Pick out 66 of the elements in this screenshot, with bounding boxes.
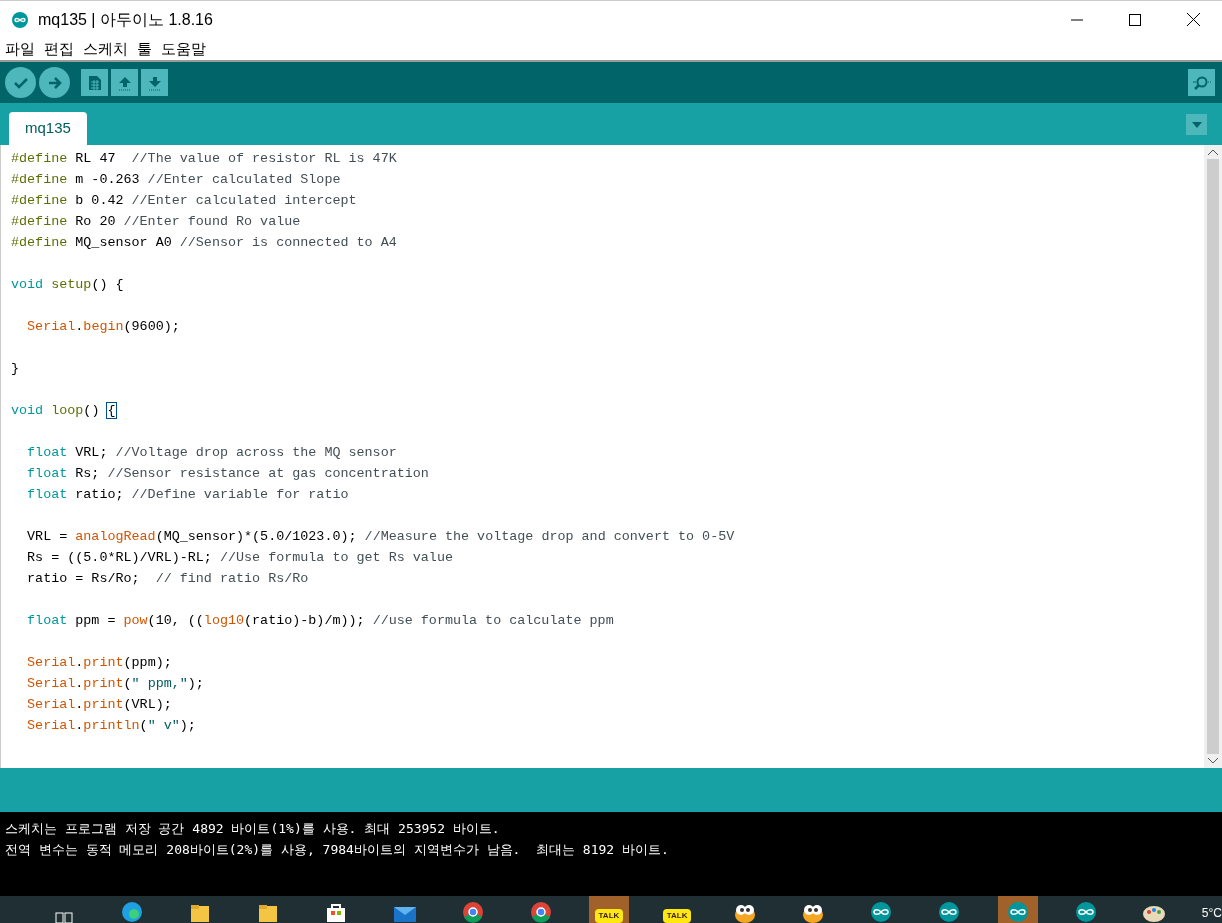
infinity-icon	[1006, 901, 1029, 923]
code-line: #define Ro 20 //Enter found Ro value	[11, 213, 301, 231]
arrow-right-icon	[46, 74, 63, 91]
verify-button[interactable]	[5, 67, 36, 98]
taskbar-button[interactable]: TALK	[657, 896, 698, 923]
upload-button[interactable]	[39, 67, 70, 98]
code-line: Serial.print(" ppm,");	[26, 675, 204, 693]
chat-app-icon: TALK	[594, 909, 624, 923]
code-line: void setup() {	[11, 276, 124, 294]
infinity-icon	[870, 901, 893, 923]
code-line: Serial.begin(9600);	[26, 318, 180, 336]
close-icon	[1186, 13, 1200, 26]
minimize-icon	[1071, 18, 1083, 21]
console-line: 전역 변수는 동적 메모리 208바이트(2%)를 사용, 7984바이트의 지역변수가 남음. 최대는 8192 바이트.	[5, 841, 669, 859]
code-line: #define MQ_sensor A0 //Sensor is connected to A4	[11, 234, 397, 252]
browser-icon	[461, 901, 484, 923]
code-line: void loop() {	[11, 402, 116, 420]
code-line: float ratio; //Define variable for ratio	[26, 486, 349, 504]
code-line: #define RL 47 //The value of resistor RL is 47K	[11, 150, 397, 168]
code-line: float VRL; //Voltage drop across the MQ sensor	[26, 444, 397, 462]
open-button[interactable]	[111, 69, 138, 96]
code-line: #define m -0.263 //Enter calculated Slope	[11, 171, 341, 189]
task-view-icon	[55, 909, 74, 923]
menu-item[interactable]: 파일	[5, 37, 35, 61]
console-line: 스케치는 프로그램 저장 공간 4892 바이트(1%)를 사용. 최대 253952 바이트.	[5, 820, 500, 838]
serial-monitor-button[interactable]	[1188, 69, 1215, 96]
scroll-up-icon	[1208, 149, 1218, 155]
browser-icon	[529, 901, 552, 923]
menu-item[interactable]: 도움말	[161, 37, 206, 61]
caret-down-icon	[1191, 121, 1202, 128]
scroll-down-icon	[1208, 758, 1218, 764]
magnifier-icon	[1191, 74, 1212, 91]
code-line: ratio = Rs/Ro; // find ratio Rs/Ro	[26, 570, 309, 588]
arrow-up-icon	[116, 74, 133, 91]
arrow-down-icon	[146, 74, 163, 91]
taskbar-button[interactable]: TALK	[588, 896, 629, 923]
infinity-icon	[938, 901, 961, 923]
taskbar-button[interactable]	[997, 896, 1038, 923]
new-button[interactable]	[81, 69, 108, 96]
save-button[interactable]	[141, 69, 168, 96]
app-logo-icon	[12, 11, 28, 28]
shopping-bag-icon	[325, 901, 348, 923]
scrollbar[interactable]	[1204, 145, 1222, 768]
maximize-icon	[1129, 13, 1141, 26]
code-line: float Rs; //Sensor resistance at gas concentration	[26, 465, 429, 483]
code-line: float ppm = pow(10, ((log10(ratio)-b)/m)); //use formula to calculate ppm	[26, 612, 614, 630]
code-line: Serial.print(VRL);	[26, 696, 172, 714]
document-icon	[87, 74, 102, 91]
code-line: Serial.print(ppm);	[26, 654, 172, 672]
file-tab[interactable]: mq135	[9, 112, 87, 145]
menu-item[interactable]: 스케치	[83, 37, 128, 61]
code-line: }	[11, 360, 20, 378]
window-title: mq135 | 아두이노 1.8.16	[38, 9, 213, 30]
browser-icon	[121, 901, 144, 923]
weather-reading: 5°C	[1201, 905, 1222, 922]
chat-app-icon: TALK	[662, 909, 692, 923]
code-line: #define b 0.42 //Enter calculated intercept	[11, 192, 357, 210]
folder-icon	[189, 903, 212, 923]
menu-item[interactable]: 툴	[137, 37, 152, 61]
code-line: Rs = ((5.0*RL)/VRL)-RL; //Use formula to get Rs value	[26, 549, 453, 567]
code-line: Serial.println(" v");	[26, 717, 196, 735]
infinity-icon	[1074, 901, 1097, 923]
code-line: VRL = analogRead(MQ_sensor)*(5.0/1023.0); //Measure the voltage drop and convert to 0-5V	[26, 528, 735, 546]
menu-item[interactable]: 편집	[44, 37, 74, 61]
tab-menu-button[interactable]	[1186, 114, 1207, 135]
folder-icon	[257, 903, 280, 923]
